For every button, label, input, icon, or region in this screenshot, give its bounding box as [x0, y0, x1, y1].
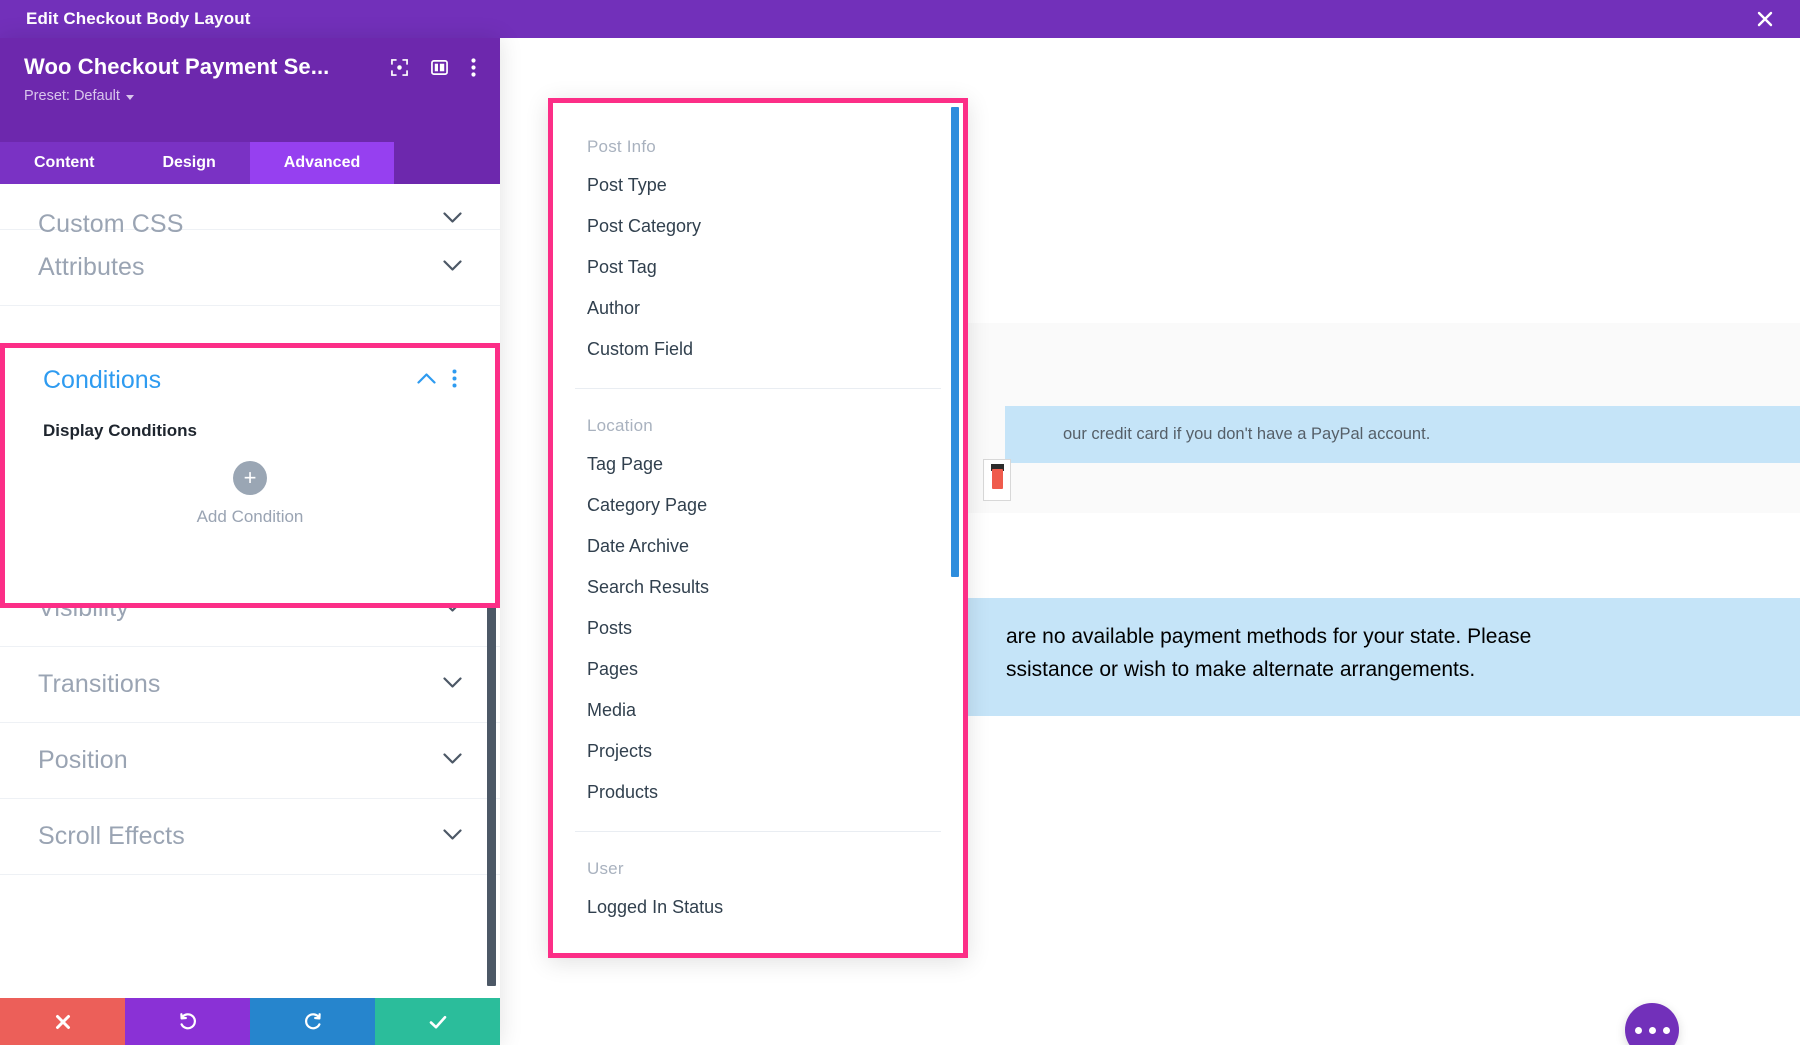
- chevron-down-icon: [443, 211, 462, 229]
- plus-icon: +: [233, 461, 267, 495]
- dropdown-item-custom-field[interactable]: Custom Field: [553, 329, 963, 370]
- section-label: Position: [38, 746, 128, 774]
- dropdown-group-user: User Logged In Status: [553, 850, 963, 928]
- section-label: Transitions: [38, 670, 161, 698]
- paypal-note: our credit card if you don't have a PayP…: [983, 406, 1800, 501]
- chevron-up-icon[interactable]: [417, 372, 436, 390]
- condition-type-dropdown: Post Info Post Type Post Category Post T…: [548, 98, 968, 958]
- layout-columns-icon[interactable]: [431, 59, 448, 76]
- dropdown-item-post-tag[interactable]: Post Tag: [553, 247, 963, 288]
- section-label: Scroll Effects: [38, 822, 185, 850]
- chevron-down-icon: [443, 676, 462, 694]
- cancel-button[interactable]: [0, 998, 125, 1045]
- conditions-title: Conditions: [43, 366, 162, 394]
- kebab-menu-icon[interactable]: [471, 57, 476, 77]
- paypal-mark-icon: [983, 459, 1011, 501]
- undo-button[interactable]: [125, 998, 250, 1045]
- tab-content[interactable]: Content: [0, 142, 129, 184]
- section-transitions[interactable]: Transitions: [0, 647, 500, 723]
- paypal-note-text: our credit card if you don't have a PayP…: [1063, 425, 1431, 443]
- dropdown-item-post-type[interactable]: Post Type: [553, 165, 963, 206]
- dropdown-item-posts[interactable]: Posts: [553, 608, 963, 649]
- panel-footer-actions: [0, 998, 500, 1045]
- tab-advanced[interactable]: Advanced: [249, 142, 395, 184]
- app-root: Edit Checkout Body Layout What is PayPal…: [0, 0, 1800, 1045]
- add-condition-button[interactable]: + Add Condition: [43, 461, 457, 527]
- group-heading: User: [587, 859, 624, 878]
- dropdown-divider: [575, 831, 941, 832]
- panel-tabs: Content Design Advanced: [0, 142, 500, 184]
- dropdown-item-date-archive[interactable]: Date Archive: [553, 526, 963, 567]
- display-conditions-label: Display Conditions: [43, 421, 197, 440]
- dropdown-divider: [575, 388, 941, 389]
- group-heading: Location: [587, 416, 653, 435]
- dropdown-item-post-category[interactable]: Post Category: [553, 206, 963, 247]
- kebab-menu-icon[interactable]: [452, 369, 457, 393]
- chevron-down-icon: [125, 94, 134, 100]
- focus-target-icon[interactable]: [391, 58, 408, 76]
- group-heading: Post Info: [587, 137, 656, 156]
- chevron-down-icon: [443, 828, 462, 846]
- dropdown-item-products[interactable]: Products: [553, 772, 963, 813]
- window-titlebar: Edit Checkout Body Layout: [0, 0, 1800, 38]
- dropdown-item-tag-page[interactable]: Tag Page: [553, 444, 963, 485]
- payment-method-card: What is PayPal? our credit card if you d…: [960, 323, 1800, 513]
- section-position[interactable]: Position: [0, 723, 500, 799]
- no-payment-methods-notice: are no available payment methods for you…: [958, 598, 1800, 716]
- section-attributes[interactable]: Attributes: [0, 230, 500, 306]
- section-scroll-effects[interactable]: Scroll Effects: [0, 799, 500, 875]
- window-title: Edit Checkout Body Layout: [26, 9, 251, 28]
- redo-button[interactable]: [250, 998, 375, 1045]
- section-custom-css[interactable]: Custom CSS: [0, 184, 500, 238]
- panel-header: Woo Checkout Payment Se... Preset: Defau…: [0, 38, 500, 142]
- dropdown-list: Post Info Post Type Post Category Post T…: [553, 103, 963, 953]
- dropdown-scrollbar-thumb[interactable]: [951, 107, 959, 577]
- preset-selector[interactable]: Preset: Default: [24, 88, 476, 104]
- save-button[interactable]: [375, 998, 500, 1045]
- preset-label: Preset: Default: [24, 88, 120, 104]
- chevron-down-icon: [443, 259, 462, 277]
- module-name: Woo Checkout Payment Se...: [24, 54, 330, 79]
- tabs-filler: [394, 142, 500, 184]
- dropdown-item-search-results[interactable]: Search Results: [553, 567, 963, 608]
- conditions-section: Conditions Display Conditions + Add Cond…: [0, 343, 500, 608]
- dropdown-group-location: Location Tag Page Category Page Date Arc…: [553, 407, 963, 813]
- add-condition-label: Add Condition: [196, 507, 304, 526]
- dropdown-item-projects[interactable]: Projects: [553, 731, 963, 772]
- close-icon[interactable]: [1752, 6, 1778, 32]
- dropdown-item-category-page[interactable]: Category Page: [553, 485, 963, 526]
- dropdown-item-author[interactable]: Author: [553, 288, 963, 329]
- section-label: Attributes: [38, 253, 145, 281]
- dropdown-item-logged-in-status[interactable]: Logged In Status: [553, 887, 963, 928]
- dropdown-group-post-info: Post Info Post Type Post Category Post T…: [553, 128, 963, 370]
- notice-line-2: ssistance or wish to make alternate arra…: [1006, 658, 1476, 682]
- notice-line-1: are no available payment methods for you…: [1006, 625, 1532, 648]
- chevron-down-icon: [443, 752, 462, 770]
- dropdown-item-pages[interactable]: Pages: [553, 649, 963, 690]
- module-settings-panel: Woo Checkout Payment Se... Preset: Defau…: [0, 38, 500, 1045]
- dropdown-item-media[interactable]: Media: [553, 690, 963, 731]
- ellipsis-icon[interactable]: [1625, 1003, 1679, 1045]
- tab-design[interactable]: Design: [128, 142, 250, 184]
